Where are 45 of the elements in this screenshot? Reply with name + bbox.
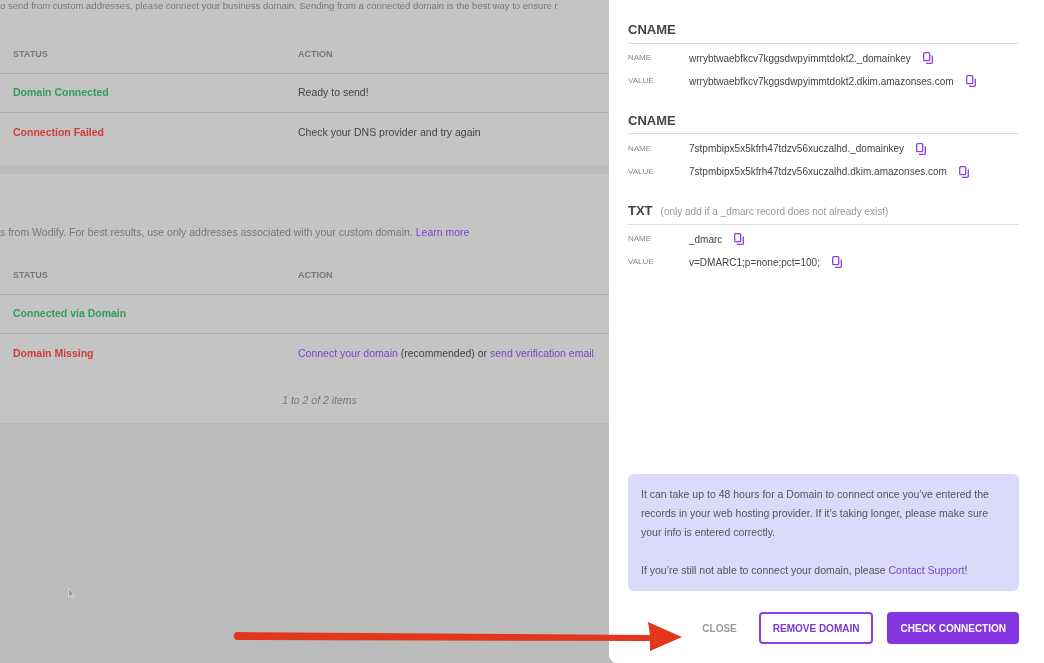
status-text: Connection Failed <box>13 124 105 140</box>
record-type: TXT <box>628 202 653 220</box>
action-link[interactable]: Connect your domain <box>298 346 398 359</box>
column-header: ACTION <box>298 47 333 61</box>
field-label: NAME <box>628 233 653 245</box>
copy-icon[interactable] <box>965 75 976 87</box>
field-value: 7stpmbipx5x5kfrh47tdzv56xuczalhd.dkim.amazonses.com <box>689 165 947 179</box>
check-connection-button[interactable]: CHECK CONNECTION <box>887 612 1019 644</box>
record-type: CNAME <box>628 21 676 39</box>
column-header: STATUS <box>13 268 49 282</box>
intro-text: o send from custom addresses, please connect your business domain. Sending from a connected domain is the best way to ensure r <box>0 0 558 12</box>
field-value: v=DMARC1;p=none;pct=100; <box>689 255 820 270</box>
copy-icon[interactable] <box>922 52 933 64</box>
field-value: 7stpmbipx5x5kfrh47tdzv56xuczalhd._domainkey <box>689 142 905 156</box>
record-note: (only add if a _dmarc record does not already exist) <box>660 205 889 219</box>
action-cell-text: Connect your domain (recommended) or send verification email <box>298 345 594 361</box>
field-label: VALUE <box>628 75 655 87</box>
copy-icon[interactable] <box>916 142 927 155</box>
pointer-icon <box>68 588 75 599</box>
copy-icon[interactable] <box>734 233 745 245</box>
column-header: STATUS <box>13 47 49 61</box>
remove-domain-button[interactable]: REMOVE DOMAIN <box>758 612 874 644</box>
close-button[interactable]: CLOSE <box>694 612 745 644</box>
field-value: wrrybtwaebfkcv7kggsdwpyimmtdokt2._domainkey <box>689 51 911 66</box>
info-text: It can take up to 48 hours for a Domain to connect once you’ve entered the records in your web hosting provider. If it’s taking longer, please make sure your info is entered correctly. <box>641 487 990 540</box>
field-value: _dmarc <box>689 232 723 247</box>
pagination-text: 1 to 2 of 2 items <box>281 393 358 408</box>
action-cell-text: Check your DNS provider and try again <box>298 124 481 140</box>
learn-more-link[interactable]: Learn more <box>415 226 470 238</box>
field-label: VALUE <box>628 165 655 178</box>
column-header: ACTION <box>298 268 333 282</box>
field-label: NAME <box>628 52 653 64</box>
status-text: Domain Connected <box>13 85 110 101</box>
field-value: wrrybtwaebfkcv7kggsdwpyimmtdokt2.dkim.amazonses.com <box>689 74 954 89</box>
field-label: VALUE <box>628 256 655 268</box>
copy-icon[interactable] <box>958 165 969 178</box>
copy-icon[interactable] <box>831 256 842 268</box>
record-type: CNAME <box>628 111 676 130</box>
action-link[interactable]: send verification email <box>490 346 594 359</box>
action-cell: Ready to send! <box>298 85 369 101</box>
status-text: Domain Missing <box>13 345 95 361</box>
field-label: NAME <box>628 142 653 155</box>
info-text: If you’re still not able to connect your domain, please Contact Support! <box>641 563 969 578</box>
status-text: Connected via Domain <box>13 306 128 322</box>
description-text: s from Wodify. For best results, use only addresses associated with your custom domain. Learn more <box>0 225 471 240</box>
